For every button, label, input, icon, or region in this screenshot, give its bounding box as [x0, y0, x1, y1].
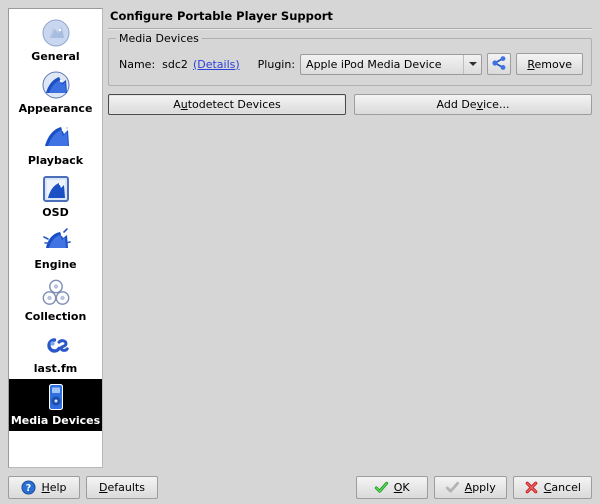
defaults-label: Defaults: [99, 481, 145, 494]
device-name-value: sdc2: [162, 57, 188, 71]
settings-sidebar[interactable]: General Appearance Playback OSD Engine C…: [8, 8, 103, 468]
sidebar-item-appearance[interactable]: Appearance: [9, 67, 102, 119]
ipod-media-device-icon: [40, 381, 72, 413]
sidebar-item-label: General: [31, 50, 80, 63]
svg-text:?: ?: [26, 483, 31, 494]
green-check-icon: [374, 480, 389, 495]
help-button[interactable]: ? Help: [8, 476, 80, 499]
sidebar-item-label: Playback: [27, 154, 84, 167]
lastfm-logo-icon: [40, 329, 72, 361]
help-label: Help: [41, 481, 67, 494]
autodetect-devices-button[interactable]: Autodetect Devices: [108, 94, 346, 115]
cancel-label: Cancel: [543, 481, 581, 494]
gray-check-icon: [445, 480, 460, 495]
sidebar-item-lastfm[interactable]: last.fm: [9, 327, 102, 379]
amarok-wolf-engine-icon: [40, 225, 72, 257]
settings-content: Configure Portable Player Support Media …: [108, 6, 594, 468]
cancel-button[interactable]: Cancel: [512, 476, 592, 499]
amarok-wolf-playback-icon: [40, 121, 72, 153]
apply-button[interactable]: Apply: [433, 476, 507, 499]
sidebar-item-collection[interactable]: Collection: [9, 275, 102, 327]
group-title: Media Devices: [116, 32, 202, 45]
details-link[interactable]: (Details): [193, 58, 240, 71]
sidebar-item-engine[interactable]: Engine: [9, 223, 102, 275]
plugin-label: Plugin:: [257, 57, 296, 71]
ok-button[interactable]: OK: [355, 476, 428, 499]
help-question-icon: ?: [21, 480, 36, 495]
media-devices-group: Media Devices Name: sdc2 (Details) Plugi…: [108, 32, 592, 86]
amarok-wolf-osd-icon: [40, 173, 72, 205]
autodetect-devices-label: Autodetect Devices: [173, 98, 281, 111]
device-row: Name: sdc2 (Details) Plugin: Apple iPod …: [115, 51, 585, 78]
red-x-icon: [524, 480, 539, 495]
configure-dialog: General Appearance Playback OSD Engine C…: [0, 0, 600, 504]
amarok-wolf-appearance-icon: [40, 69, 72, 101]
device-actions-row: Autodetect Devices Add Device...: [108, 94, 592, 115]
add-device-label: Add Device...: [436, 98, 510, 111]
sidebar-item-label: Engine: [34, 258, 77, 271]
remove-device-label: Remove: [527, 57, 572, 71]
configure-plugin-button[interactable]: [487, 53, 512, 75]
sidebar-item-label: OSD: [42, 206, 69, 219]
name-label: Name:: [119, 57, 156, 71]
add-device-button[interactable]: Add Device...: [354, 94, 592, 115]
sidebar-item-label: Appearance: [18, 102, 93, 115]
plugin-combobox[interactable]: Apple iPod Media Device: [300, 53, 483, 75]
dialog-footer: ? Help Defaults OK Apply Cancel: [6, 468, 594, 499]
collection-discs-icon: [40, 277, 72, 309]
title-separator: [108, 28, 592, 29]
footer-left-buttons: ? Help Defaults: [8, 476, 158, 499]
remove-device-button[interactable]: Remove: [516, 53, 583, 75]
configure-plugin-icon: [491, 55, 507, 74]
footer-right-buttons: OK Apply Cancel: [355, 476, 592, 499]
sidebar-item-label: Collection: [24, 310, 87, 323]
sidebar-item-label: Media Devices: [10, 414, 101, 427]
sidebar-item-osd[interactable]: OSD: [9, 171, 102, 223]
ok-label: OK: [393, 481, 410, 494]
defaults-button[interactable]: Defaults: [86, 476, 158, 499]
amarok-wolf-general-icon: [40, 17, 72, 49]
chevron-down-icon[interactable]: [463, 54, 481, 74]
sidebar-item-playback[interactable]: Playback: [9, 119, 102, 171]
sidebar-item-label: last.fm: [33, 362, 78, 375]
sidebar-item-general[interactable]: General: [9, 15, 102, 67]
sidebar-item-media-devices[interactable]: Media Devices: [9, 379, 102, 431]
page-title: Configure Portable Player Support: [110, 9, 333, 23]
plugin-selected-value: Apple iPod Media Device: [306, 57, 442, 71]
dialog-body: General Appearance Playback OSD Engine C…: [6, 6, 594, 468]
apply-label: Apply: [464, 481, 496, 494]
